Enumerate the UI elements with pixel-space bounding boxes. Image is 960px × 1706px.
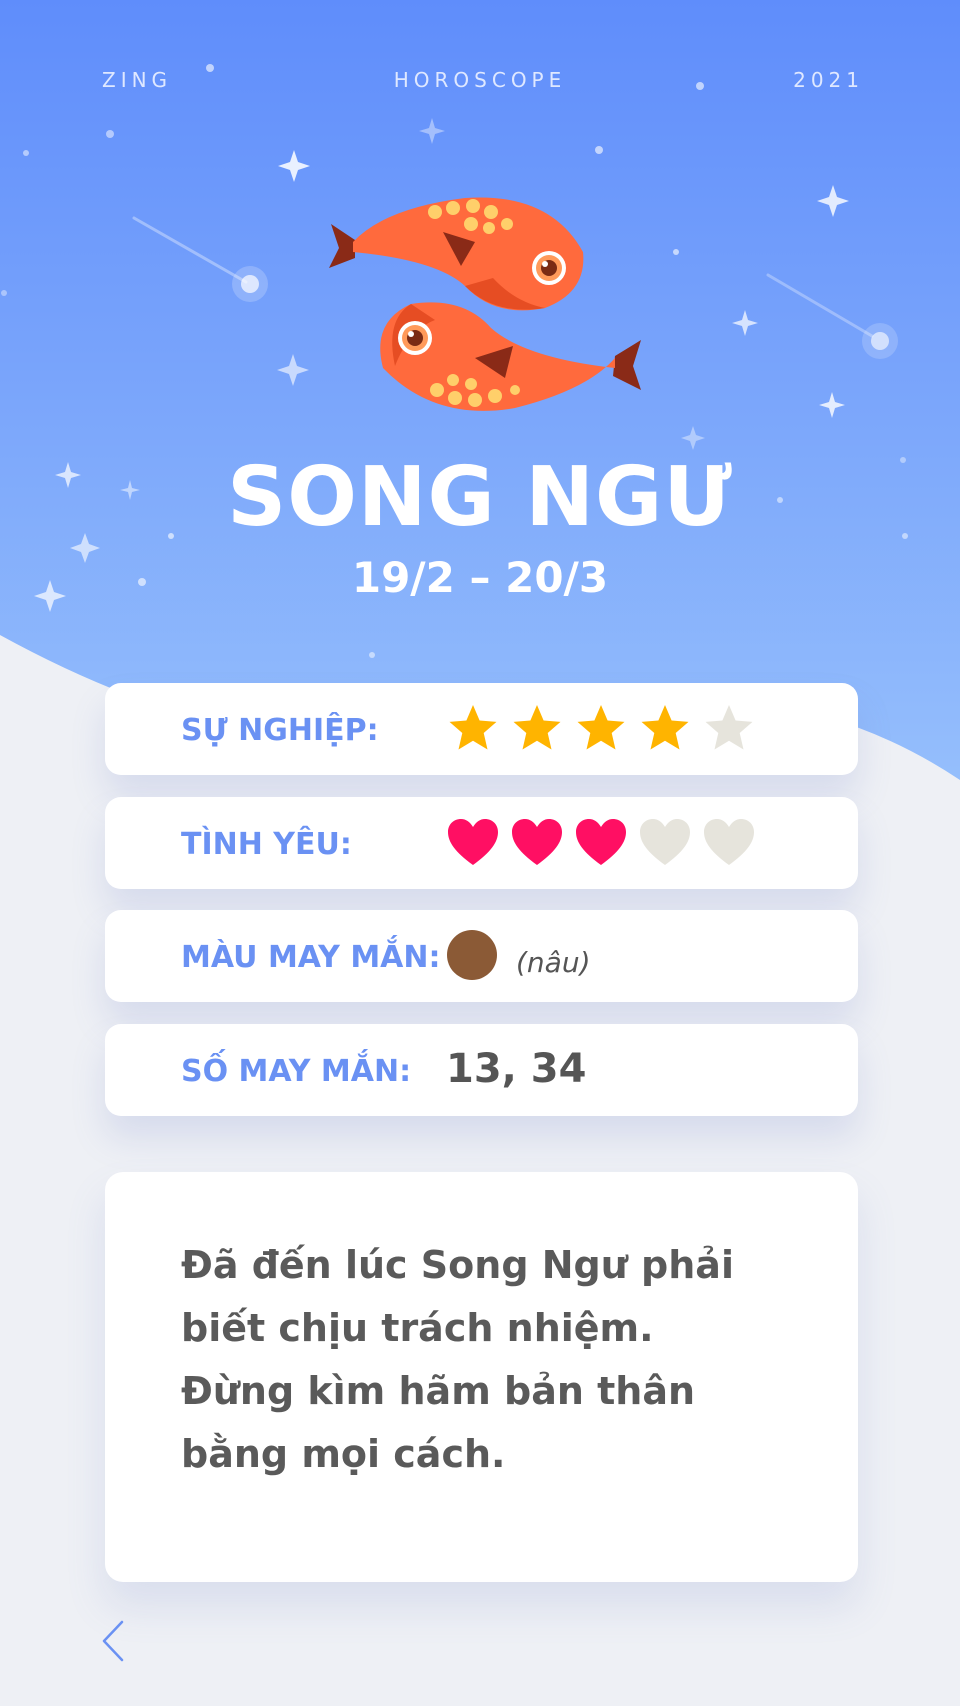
sign-dates: 19/2 – 20/3: [351, 553, 609, 602]
heart-icon-empty: [701, 815, 757, 871]
heart-icon-filled: [445, 815, 501, 871]
heart-icon-empty: [637, 815, 693, 871]
sign-name: SONG NGƯ: [227, 450, 733, 545]
top-bar: ZING HOROSCOPE 2021: [0, 68, 960, 98]
pisces-fish-icon: [329, 197, 641, 411]
heart-icon-filled: [573, 815, 629, 871]
lucky-color-name: (nâu): [516, 946, 591, 979]
description-card: Đã đến lúc Song Ngư phải biết chịu trách…: [105, 1172, 858, 1582]
description-line: bằng mọi cách.: [181, 1432, 506, 1476]
description-line: biết chịu trách nhiệm.: [181, 1306, 654, 1350]
star-icon-empty: [701, 701, 757, 757]
star-icon-filled: [637, 701, 693, 757]
love-card: TÌNH YÊU:: [105, 797, 858, 889]
lucky-number-label: SỐ MAY MẮN:: [181, 1054, 412, 1089]
love-label: TÌNH YÊU:: [181, 827, 352, 862]
lucky-color-label: MÀU MAY MẮN:: [181, 940, 441, 975]
lucky-number-card: SỐ MAY MẮN: 13, 34: [105, 1024, 858, 1116]
star-icon-filled: [509, 701, 565, 757]
chevron-left-icon: [102, 1620, 124, 1662]
career-card: SỰ NGHIỆP:: [105, 683, 858, 775]
back-button[interactable]: [96, 1618, 132, 1664]
star-icon-filled: [445, 701, 501, 757]
description-line: Đừng kìm hãm bản thân: [181, 1369, 696, 1413]
description-text: Đã đến lúc Song Ngư phải biết chịu trách…: [181, 1234, 781, 1486]
career-label: SỰ NGHIỆP:: [181, 713, 379, 748]
heart-icon-filled: [509, 815, 565, 871]
lucky-color-swatch: [447, 930, 497, 980]
year-label: 2021: [793, 68, 864, 92]
star-icon-filled: [573, 701, 629, 757]
description-line: Đã đến lúc Song Ngư phải: [181, 1243, 734, 1287]
lucky-color-card: MÀU MAY MẮN: (nâu): [105, 910, 858, 1002]
lucky-number-value: 13, 34: [446, 1046, 587, 1092]
